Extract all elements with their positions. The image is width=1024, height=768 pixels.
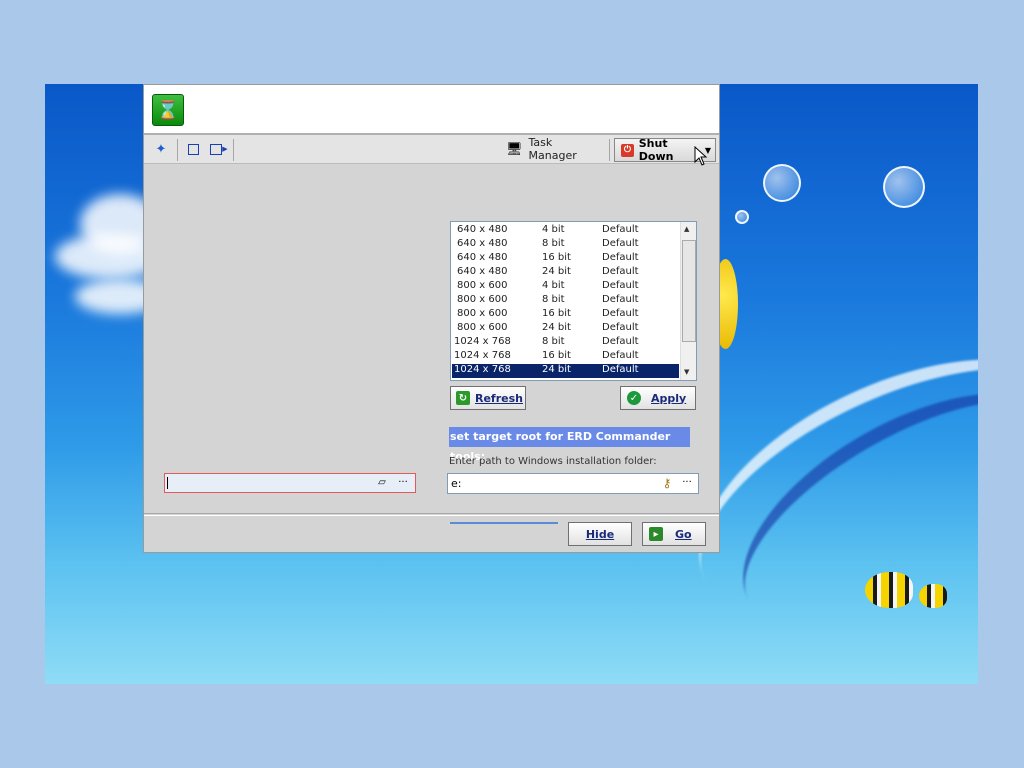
scrollbar-thumb[interactable] [682, 240, 696, 342]
checkmark-icon: ✓ [627, 391, 641, 405]
go-button[interactable]: ▸ Go [642, 522, 706, 546]
text-caret [167, 477, 168, 489]
refresh-icon: ↻ [456, 391, 470, 405]
computer-icon: 🖥 [506, 141, 523, 157]
go-icon: ▸ [649, 527, 663, 541]
hide-label: Hide [585, 527, 615, 541]
power-icon: ⏻ [621, 143, 634, 157]
separator [144, 513, 719, 514]
ie-logo-bubble [883, 166, 925, 208]
list-item[interactable]: 800 x 600 16 bit Default [452, 308, 679, 322]
browse-ellipsis-button[interactable]: ··· [396, 477, 410, 489]
refresh-button[interactable]: ↻ Refresh [450, 386, 526, 410]
window-header: ⌛ [144, 85, 719, 135]
window-icon[interactable] [186, 140, 200, 158]
list-scrollbar[interactable]: ▲ ▼ [680, 222, 696, 380]
refresh-label: Refresh [475, 391, 523, 405]
separator [144, 515, 719, 516]
list-item[interactable]: 640 x 480 8 bit Default [452, 238, 679, 252]
list-item[interactable]: 800 x 600 8 bit Default [452, 294, 679, 308]
key-icon[interactable]: ⚷ [660, 477, 674, 489]
list-item[interactable]: 800 x 600 24 bit Default [452, 322, 679, 336]
go-label: Go [675, 527, 692, 541]
toolbar: ✦ ▶ 🖥 Task Manager ⏻ Shut Down ▼ [144, 135, 719, 164]
hourglass-icon: ⌛ [152, 94, 184, 126]
window-switch-icon[interactable]: ▶ [209, 140, 229, 158]
target-root-banner: set target root for ERD Commander tools: [449, 427, 690, 463]
path-value: e: [451, 477, 462, 490]
list-item-selected[interactable]: 1024 x 768 24 bit Default [452, 364, 679, 378]
windows-path-input[interactable]: e: ⚷ ··· [447, 473, 699, 494]
list-item[interactable]: 640 x 480 16 bit Default [452, 252, 679, 266]
fish-decoration [919, 584, 947, 608]
task-manager-button[interactable]: 🖥 Task Manager [506, 136, 601, 162]
list-item[interactable]: 640 x 480 4 bit Default [452, 224, 679, 238]
list-item[interactable]: 1024 x 768 16 bit Default [452, 350, 679, 364]
windows-logo-bubble [763, 164, 801, 202]
list-item[interactable]: 800 x 600 4 bit Default [452, 280, 679, 294]
erd-commander-window: ⌛ ✦ ▶ 🖥 Task Manager ⏻ Shut Down ▼ ▱ ···… [143, 84, 720, 553]
list-item[interactable]: 640 x 480 24 bit Default [452, 266, 679, 280]
resolution-list[interactable]: 640 x 480 4 bit Default 640 x 480 8 bit Defa… [450, 221, 697, 381]
left-path-input[interactable]: ▱ ··· [164, 473, 416, 493]
task-manager-label: Task Manager [528, 136, 577, 162]
hide-button[interactable]: Hide [568, 522, 632, 546]
apply-label: Apply [651, 391, 687, 405]
list-item[interactable]: 1024 x 768 8 bit Default [452, 336, 679, 350]
path-label: Enter path to Windows installation folde… [449, 456, 657, 467]
apply-button[interactable]: ✓ Apply [620, 386, 696, 410]
fish-decoration [865, 572, 913, 608]
progress-line [450, 522, 558, 524]
mouse-pointer-icon [694, 146, 708, 166]
drive-icon[interactable]: ▱ [375, 477, 389, 489]
browse-ellipsis-button[interactable]: ··· [680, 477, 694, 489]
connect-icon[interactable]: ✦ [152, 140, 170, 158]
